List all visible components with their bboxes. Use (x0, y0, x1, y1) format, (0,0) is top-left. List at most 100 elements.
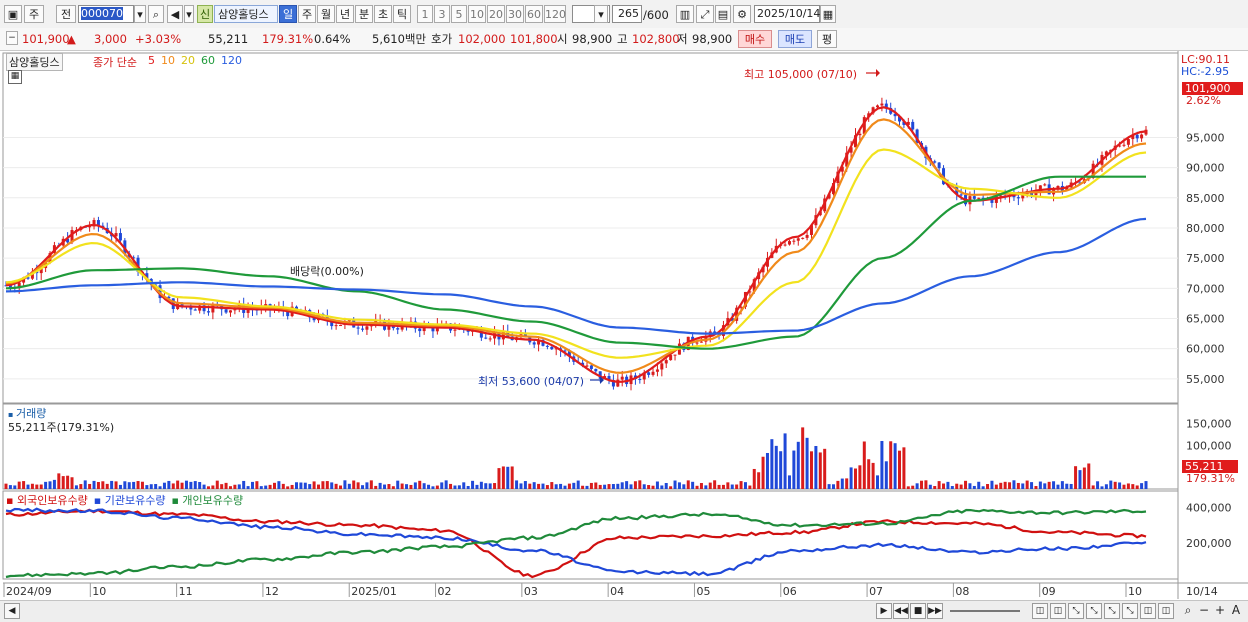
tool-icon[interactable]: ⤡ (1122, 603, 1138, 619)
volume-bar (1030, 482, 1034, 489)
interval-5[interactable]: 5 (451, 5, 467, 23)
count-input[interactable]: 265 (612, 5, 642, 23)
volume-bar (457, 485, 461, 489)
minus-icon[interactable]: − (6, 31, 18, 45)
max-price-label: 최고 105,000 (07/10) (744, 68, 858, 81)
volume-bar (1140, 483, 1144, 489)
x-tick-label: 09 (1042, 585, 1056, 598)
chart-scrollbar[interactable]: ◀ ▶ ◀◀ ■ ▶▶ ◫ ◫ ⤡ ⤡ ⤡ ⤡ ◫ ◫ ⌕ − + A (0, 600, 1248, 622)
chevron-down-icon[interactable]: ▾ (184, 5, 194, 23)
layout-icon[interactable]: ▣ (4, 5, 22, 23)
volume-bar (202, 484, 206, 489)
draw-tool-icon[interactable]: ⤢ (696, 5, 714, 23)
period-5[interactable]: 초 (374, 5, 392, 23)
scroll-right-icon[interactable]: ▶ (876, 603, 892, 619)
tool-icon[interactable]: ◫ (1158, 603, 1174, 619)
text-tool-icon[interactable]: A (1228, 603, 1244, 619)
interval-120[interactable]: 120 (544, 5, 566, 23)
compare-button[interactable]: 전 (56, 5, 76, 23)
forward-icon[interactable]: ▶▶ (927, 603, 943, 619)
volume-bar (1144, 481, 1148, 489)
interval-3[interactable]: 3 (434, 5, 450, 23)
interval-30[interactable]: 30 (506, 5, 524, 23)
chevron-down-icon[interactable]: ▾ (594, 5, 608, 23)
tool-icon[interactable]: ◫ (1050, 603, 1066, 619)
calendar-icon[interactable]: ▦ (820, 5, 836, 23)
zoom-in-icon[interactable]: + (1212, 603, 1228, 619)
interval-60[interactable]: 60 (525, 5, 543, 23)
period-0[interactable]: 일 (279, 5, 297, 23)
volume-bar (145, 485, 149, 489)
period-4[interactable]: 분 (355, 5, 373, 23)
interval-10[interactable]: 10 (468, 5, 486, 23)
holding-legend-0: ▪ 외국인보유수량 (6, 494, 88, 507)
volume-bar (532, 482, 536, 489)
volume-bar (1012, 480, 1016, 489)
zoom-slider[interactable] (950, 610, 1020, 612)
chart-type-icon[interactable]: ▥ (676, 5, 694, 23)
save-icon[interactable]: ▤ (715, 5, 731, 23)
volume-bar (422, 483, 426, 489)
x-tick-label: 10 (1128, 585, 1142, 598)
volume-bar (471, 480, 475, 489)
zoom-icon[interactable]: ⌕ (1180, 603, 1196, 619)
tool-icon[interactable]: ⤡ (1086, 603, 1102, 619)
eval-button[interactable]: 평 (817, 30, 837, 48)
volume-bar (796, 441, 800, 489)
gear-icon[interactable]: ⚙ (733, 5, 751, 23)
volume-bar (387, 484, 391, 489)
price-tick-label: 90,000 (1186, 162, 1225, 175)
tool-icon[interactable]: ⤡ (1104, 603, 1120, 619)
volume-bar (272, 482, 276, 489)
rewind-icon[interactable]: ◀◀ (893, 603, 909, 619)
volume-bar (295, 482, 299, 489)
period-2[interactable]: 월 (317, 5, 335, 23)
price-tick-label: 55,000 (1186, 373, 1225, 386)
volume-bar (237, 484, 241, 489)
search-icon[interactable]: ⌕ (148, 5, 164, 23)
volume-bar (629, 484, 633, 489)
zoom-out-icon[interactable]: − (1196, 603, 1212, 619)
ask-price-1: 102,000 (458, 32, 506, 46)
volume-bar (440, 482, 444, 489)
period-type-select[interactable]: 주 (24, 5, 44, 23)
speaker-icon[interactable]: ◀ (167, 5, 183, 23)
candle-body (620, 376, 624, 380)
tool-icon[interactable]: ⤡ (1068, 603, 1084, 619)
volume-bar (1122, 484, 1126, 489)
volume-bar (964, 480, 968, 489)
calculator-icon[interactable]: ▦ (8, 70, 22, 84)
volume-bar (259, 486, 263, 489)
volume-bar (79, 484, 83, 489)
tool-icon[interactable]: ◫ (1032, 603, 1048, 619)
period-1[interactable]: 주 (298, 5, 316, 23)
volume-bar (1056, 484, 1060, 489)
stop-icon[interactable]: ■ (910, 603, 926, 619)
x-tick-label: 02 (438, 585, 452, 598)
date-input[interactable]: 2025/10/14 (754, 5, 820, 23)
volume-bar (224, 482, 228, 489)
candle-body (1140, 134, 1144, 139)
interval-20[interactable]: 20 (487, 5, 505, 23)
tool-icon[interactable]: ◫ (1140, 603, 1156, 619)
stock-chart[interactable]: 95,000 90,000 85,000 80,000 75,000 70,000 65,0… (0, 51, 1248, 600)
chevron-down-icon[interactable]: ▾ (134, 5, 146, 23)
volume-bar (501, 466, 505, 489)
volume-bar (1131, 484, 1135, 489)
volume-bar (915, 483, 919, 489)
volume-bar (559, 483, 563, 489)
sell-button[interactable]: 매도 (778, 30, 812, 48)
volume-bar (721, 484, 725, 489)
scroll-left-icon[interactable]: ◀ (4, 603, 20, 619)
stock-code-input[interactable]: 000070 (78, 5, 134, 23)
high-price: 102,800 (632, 32, 680, 46)
period-3[interactable]: 년 (336, 5, 354, 23)
interval-1[interactable]: 1 (417, 5, 433, 23)
ma-legend-60: 60 (201, 54, 215, 67)
buy-button[interactable]: 매수 (738, 30, 772, 48)
period-6[interactable]: 틱 (393, 5, 411, 23)
high-label: 고 (617, 32, 628, 46)
candle-body (211, 304, 215, 313)
volume-bar (906, 486, 910, 489)
volume-bar (48, 481, 52, 489)
